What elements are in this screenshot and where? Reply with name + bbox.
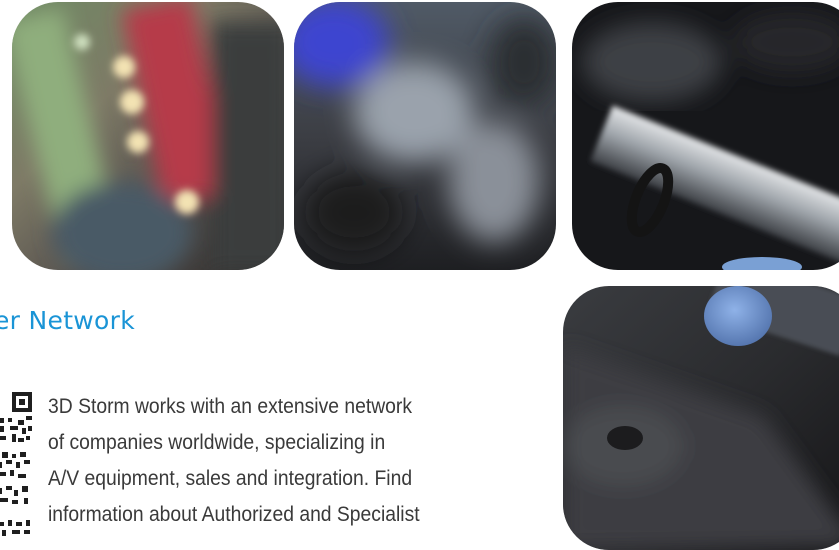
blurred-equipment-photo	[294, 2, 556, 270]
bokeh-lights-photo	[12, 2, 284, 270]
body-line: A/V equipment, sales and integration. Fi…	[48, 467, 413, 490]
body-line: of companies worldwide, specializing in	[48, 431, 386, 454]
section-heading: er Network	[0, 306, 135, 335]
metal-cylinder-photo	[572, 2, 839, 270]
body-line: 3D Storm works with an extensive network	[48, 395, 413, 418]
section-body: 3D Storm works with an extensive network…	[48, 389, 508, 533]
qr-code-icon	[0, 390, 34, 540]
body-line: information about Authorized and Special…	[48, 503, 420, 526]
blue-cap-device-photo	[563, 286, 839, 550]
